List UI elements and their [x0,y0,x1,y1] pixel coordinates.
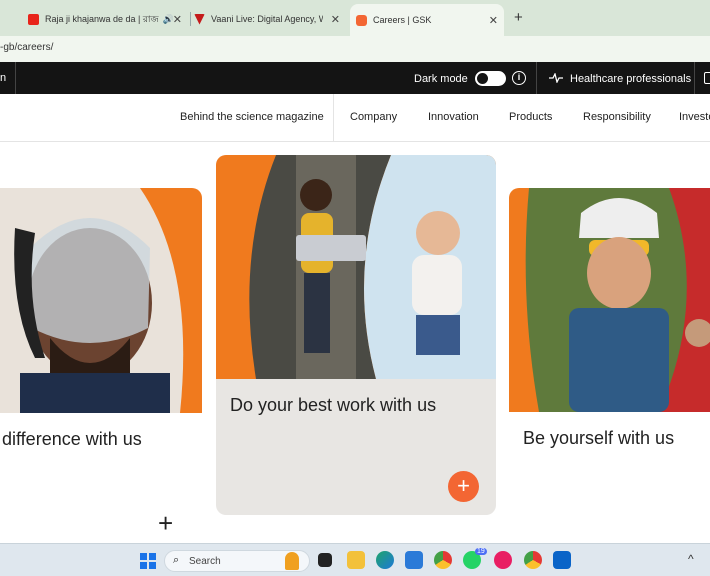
divider [536,62,537,94]
nav-innovation[interactable]: Innovation [428,111,479,123]
browser-tab-strip: Raja ji khajanwa de da | রাজ 🔊 ✕ Vaani L… [0,0,710,36]
search-icon: ⌕ [173,554,180,566]
card-image-office-baby [216,155,496,379]
close-icon[interactable]: ✕ [489,14,498,27]
healthcare-professionals-link[interactable]: Healthcare professionals [570,73,691,85]
card-title: Do your best work with us [230,395,437,415]
box-icon[interactable] [704,72,710,84]
tab-title: Raja ji khajanwa de da | রাজ [45,13,159,24]
tab-title: Careers | GSK [373,15,432,25]
chevron-up-icon[interactable]: ^ [688,552,694,566]
vscode-icon[interactable] [405,551,423,569]
windows-taskbar: ⌕ Search 19 ^ [0,543,710,576]
media-player-icon[interactable] [494,551,512,569]
chrome-active-icon[interactable] [524,551,542,569]
youtube-icon [28,13,39,25]
windows-start-icon[interactable] [140,553,156,569]
chrome-icon[interactable] [434,551,452,569]
card-make-difference[interactable]: difference with us + [0,188,202,543]
main-navigation: Behind the science magazine Company Inno… [0,94,710,142]
nav-investors[interactable]: Investo [679,111,710,123]
tab-separator [190,12,191,26]
dark-mode-label: Dark mode [414,73,468,85]
edge-icon[interactable] [376,551,394,569]
nav-divider [333,94,334,142]
site-top-bar: n Dark mode i Healthcare professionals [0,62,710,94]
topbar-left-link[interactable]: n [0,72,6,84]
address-bar[interactable]: -gb/careers/ [0,36,710,62]
task-view-icon[interactable] [318,553,332,567]
card-title: Be yourself with us [523,428,675,448]
info-icon[interactable]: i [512,71,526,85]
close-icon[interactable]: ✕ [331,13,340,26]
whatsapp-badge: 19 [475,548,487,555]
careers-carousel: difference with us + Do your best work w… [0,143,710,543]
card-image-cyclist [509,188,710,412]
card-best-work[interactable]: Do your best work with us + [216,155,496,515]
card-title: difference with us [2,429,142,449]
url-text: -gb/careers/ [0,42,54,53]
vaani-logo-icon [194,13,205,25]
card-image-scientist [0,188,202,413]
toggle-knob [477,73,488,84]
divider [15,62,16,94]
file-explorer-icon[interactable] [347,551,365,569]
card-be-yourself[interactable]: Be yourself with us [509,188,710,543]
tab-title: Vaani Live: Digital Agency, Web [211,14,323,24]
tab-vaani[interactable]: Vaani Live: Digital Agency, Web ✕ [194,6,346,32]
search-placeholder: Search [189,556,221,567]
tab-careers-gsk[interactable]: Careers | GSK ✕ [350,4,504,36]
close-icon[interactable]: ✕ [173,13,182,26]
expand-plus-button[interactable]: + [448,471,479,502]
divider [694,62,695,94]
expand-plus-icon[interactable]: + [158,508,173,539]
dark-mode-toggle[interactable] [475,71,506,86]
nav-products[interactable]: Products [509,111,552,123]
search-highlight-icon [285,552,299,570]
new-tab-button[interactable]: + [514,9,523,26]
tab-raja[interactable]: Raja ji khajanwa de da | রাজ 🔊 ✕ [28,6,188,32]
nav-company[interactable]: Company [350,111,397,123]
nav-behind-the-science[interactable]: Behind the science magazine [180,111,324,123]
pulse-icon [549,73,563,83]
nav-responsibility[interactable]: Responsibility [583,111,651,123]
gsk-logo-icon [356,14,367,26]
outlook-icon[interactable] [553,551,571,569]
taskbar-search-box[interactable]: ⌕ Search [164,550,310,572]
